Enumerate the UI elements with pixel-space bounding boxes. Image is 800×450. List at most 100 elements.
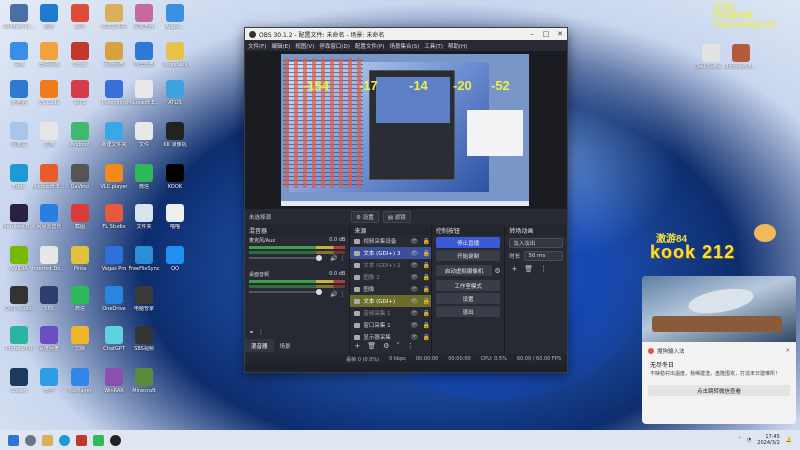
start-record-button[interactable]: 开始录制 <box>435 250 501 261</box>
desktop-icon[interactable]: KOOK <box>158 164 192 190</box>
source-item[interactable]: 文本 (GDI+) 3 👁 🔒 <box>350 247 431 259</box>
desktop-icon[interactable]: 微信 <box>63 286 97 312</box>
lock-icon[interactable]: 🔒 <box>422 238 431 245</box>
desktop-icon[interactable]: Wireshark <box>158 42 192 68</box>
menu-item[interactable]: 文件(F) <box>248 42 266 50</box>
desktop-icon[interactable]: Edge <box>2 164 36 190</box>
desktop-icon[interactable]: Pinta <box>63 246 97 272</box>
desktop-icon[interactable]: Apple... <box>158 4 192 30</box>
trash-icon[interactable]: 🗑 <box>367 342 376 350</box>
preview-canvas[interactable]: -154 -17 -14 -20 -52 <box>281 54 529 206</box>
obs-icon[interactable] <box>110 434 121 446</box>
close-icon[interactable]: ✕ <box>785 348 790 354</box>
menu-item[interactable]: 场景集合(S) <box>389 42 419 50</box>
desktop-icon[interactable]: Internet Download <box>32 246 66 272</box>
desktop-icon[interactable]: PotPlayer <box>63 368 97 394</box>
minimize-icon[interactable]: – <box>525 30 539 38</box>
desktop-icon[interactable]: Office <box>63 42 97 68</box>
desktop-icon[interactable]: Microsoft Edge <box>127 80 161 106</box>
chevron-up-icon[interactable]: ˄ <box>738 437 741 443</box>
preview-area[interactable]: -154 -17 -14 -20 -52 <box>245 51 567 209</box>
lock-icon[interactable]: 🔒 <box>422 286 431 293</box>
desktop-icon[interactable]: Android <box>63 122 97 148</box>
desktop-icon[interactable]: Vegas Pro <box>97 246 131 272</box>
notification-action-button[interactable]: 点击跳转微信查看 <box>648 385 790 396</box>
desktop-icon[interactable]: Solidworks... <box>2 4 36 30</box>
desktop-icon[interactable]: 喵喵 <box>158 204 192 230</box>
eye-icon[interactable]: 👁 <box>410 298 419 305</box>
desktop-icon[interactable]: 阿里云盘 <box>127 42 161 68</box>
file-explorer-icon[interactable] <box>42 434 53 446</box>
desktop-icon[interactable]: DaVinci <box>63 164 97 190</box>
desktop-icon[interactable]: 回收站 <box>2 122 36 148</box>
desktop-icon[interactable]: Premiere Broadcast <box>2 204 36 230</box>
desktop-icon[interactable]: KK 录像机 <box>158 122 192 148</box>
clock[interactable]: 17:45 2024/3/2 <box>757 434 779 446</box>
desktop-icon[interactable]: 微信网络 <box>32 42 66 68</box>
desktop-icon[interactable]: 微信 <box>32 368 66 394</box>
desktop-icon[interactable]: 新建文件夹 <box>97 122 131 148</box>
source-item[interactable]: 音频采集 1 👁 🔒 <box>350 307 431 319</box>
desktop-icon[interactable]: OBS Studio <box>2 286 36 312</box>
more-icon[interactable]: ⋮ <box>258 329 264 336</box>
toast-notification[interactable]: 搜狗输入法 ✕ 无尽冬日 不映稳衬出温度，我稀建渣，盘隆围攻，打造末日建难所！ … <box>642 276 796 424</box>
wifi-icon[interactable]: ◔ <box>747 437 751 443</box>
desktop-icon[interactable]: 实用 <box>2 42 36 68</box>
speaker-icon[interactable]: 🔊 ⋮ <box>330 291 345 298</box>
menu-item[interactable]: 编辑(E) <box>271 42 290 50</box>
source-item[interactable]: 图像 2 👁 🔒 <box>350 271 431 283</box>
edge-icon[interactable] <box>59 434 70 446</box>
desktop-icon[interactable]: 文件 <box>127 122 161 148</box>
menu-item[interactable]: 视图(V) <box>295 42 314 50</box>
desktop-icon[interactable]: SBS <box>32 286 66 312</box>
menu-item[interactable]: 工具(T) <box>424 42 443 50</box>
trash-icon[interactable]: 🗑 <box>524 265 533 273</box>
eye-icon[interactable]: 👁 <box>410 310 419 317</box>
desktop-icon[interactable]: 网易云音乐 <box>32 204 66 230</box>
transition-type-select[interactable]: 淡入淡出 <box>509 238 563 248</box>
desktop-icon[interactable]: 截图 <box>63 204 97 230</box>
eye-icon[interactable]: 👁 <box>410 262 419 269</box>
stop-stream-button[interactable]: 停止直播 <box>435 237 501 248</box>
close-icon[interactable]: ✕ <box>553 30 567 38</box>
gear-icon[interactable]: ⚙ <box>383 342 389 350</box>
tab-mixer[interactable]: 混音器 <box>245 339 274 352</box>
mic-volume-slider[interactable] <box>249 255 322 261</box>
more-icon[interactable]: ⋮ <box>540 265 547 273</box>
more-icon[interactable]: ⋮ <box>407 342 414 350</box>
desktop-icon[interactable]: 微信 <box>127 164 161 190</box>
start-icon[interactable] <box>8 434 19 446</box>
add-icon[interactable]: + <box>511 265 517 273</box>
menu-item[interactable]: 配置文件(P) <box>355 42 385 50</box>
desktop-icon[interactable]: 星悦王者 <box>127 4 161 30</box>
exit-button[interactable]: 退出 <box>435 306 501 317</box>
lock-icon[interactable]: 🔒 <box>422 298 431 305</box>
desktop-icon[interactable]: WPS <box>63 80 97 106</box>
desktop-icon[interactable]: 此电脑 <box>2 80 36 106</box>
tab-scenes[interactable]: 场景 <box>274 339 297 352</box>
desktop-icon[interactable]: FL Studio <box>97 204 131 230</box>
app-icon[interactable] <box>76 434 87 446</box>
menu-item[interactable]: 停靠窗口(D) <box>319 42 350 50</box>
gear-icon[interactable]: ⚙ <box>494 267 504 275</box>
desktop-icon[interactable]: OneDrive <box>97 286 131 312</box>
bell-icon[interactable]: 🔔 <box>786 437 792 443</box>
source-item[interactable]: 窗口采集 1 👁 🔒 <box>350 319 431 331</box>
maximize-icon[interactable]: □ <box>539 30 553 38</box>
desktop-icon[interactable]: 文件夹 <box>127 204 161 230</box>
lock-icon[interactable]: 🔒 <box>422 262 431 269</box>
desktop-icon[interactable]: ProtonVPN <box>2 326 36 352</box>
desktop-icon[interactable]: VS Code <box>32 80 66 106</box>
desktop-icon[interactable]: Microsoft Edge <box>724 44 758 70</box>
lock-icon[interactable]: 🔒 <box>422 250 431 257</box>
desktop-icon[interactable]: 邮件 <box>63 4 97 30</box>
lock-icon[interactable]: 🔒 <box>422 310 431 317</box>
speaker-icon[interactable]: 🔊 ⋮ <box>330 255 345 262</box>
source-item[interactable]: 文本 (GDI+) 👁 🔒 <box>350 295 431 307</box>
eye-icon[interactable]: 👁 <box>410 286 419 293</box>
add-icon[interactable]: + <box>354 342 360 350</box>
search-icon[interactable] <box>25 434 36 446</box>
desktop-icon[interactable]: Minecraft <box>127 368 161 394</box>
chevron-up-icon[interactable]: ˄ <box>396 342 400 350</box>
source-item[interactable]: 视频采集设备 👁 🔒 <box>350 235 431 247</box>
